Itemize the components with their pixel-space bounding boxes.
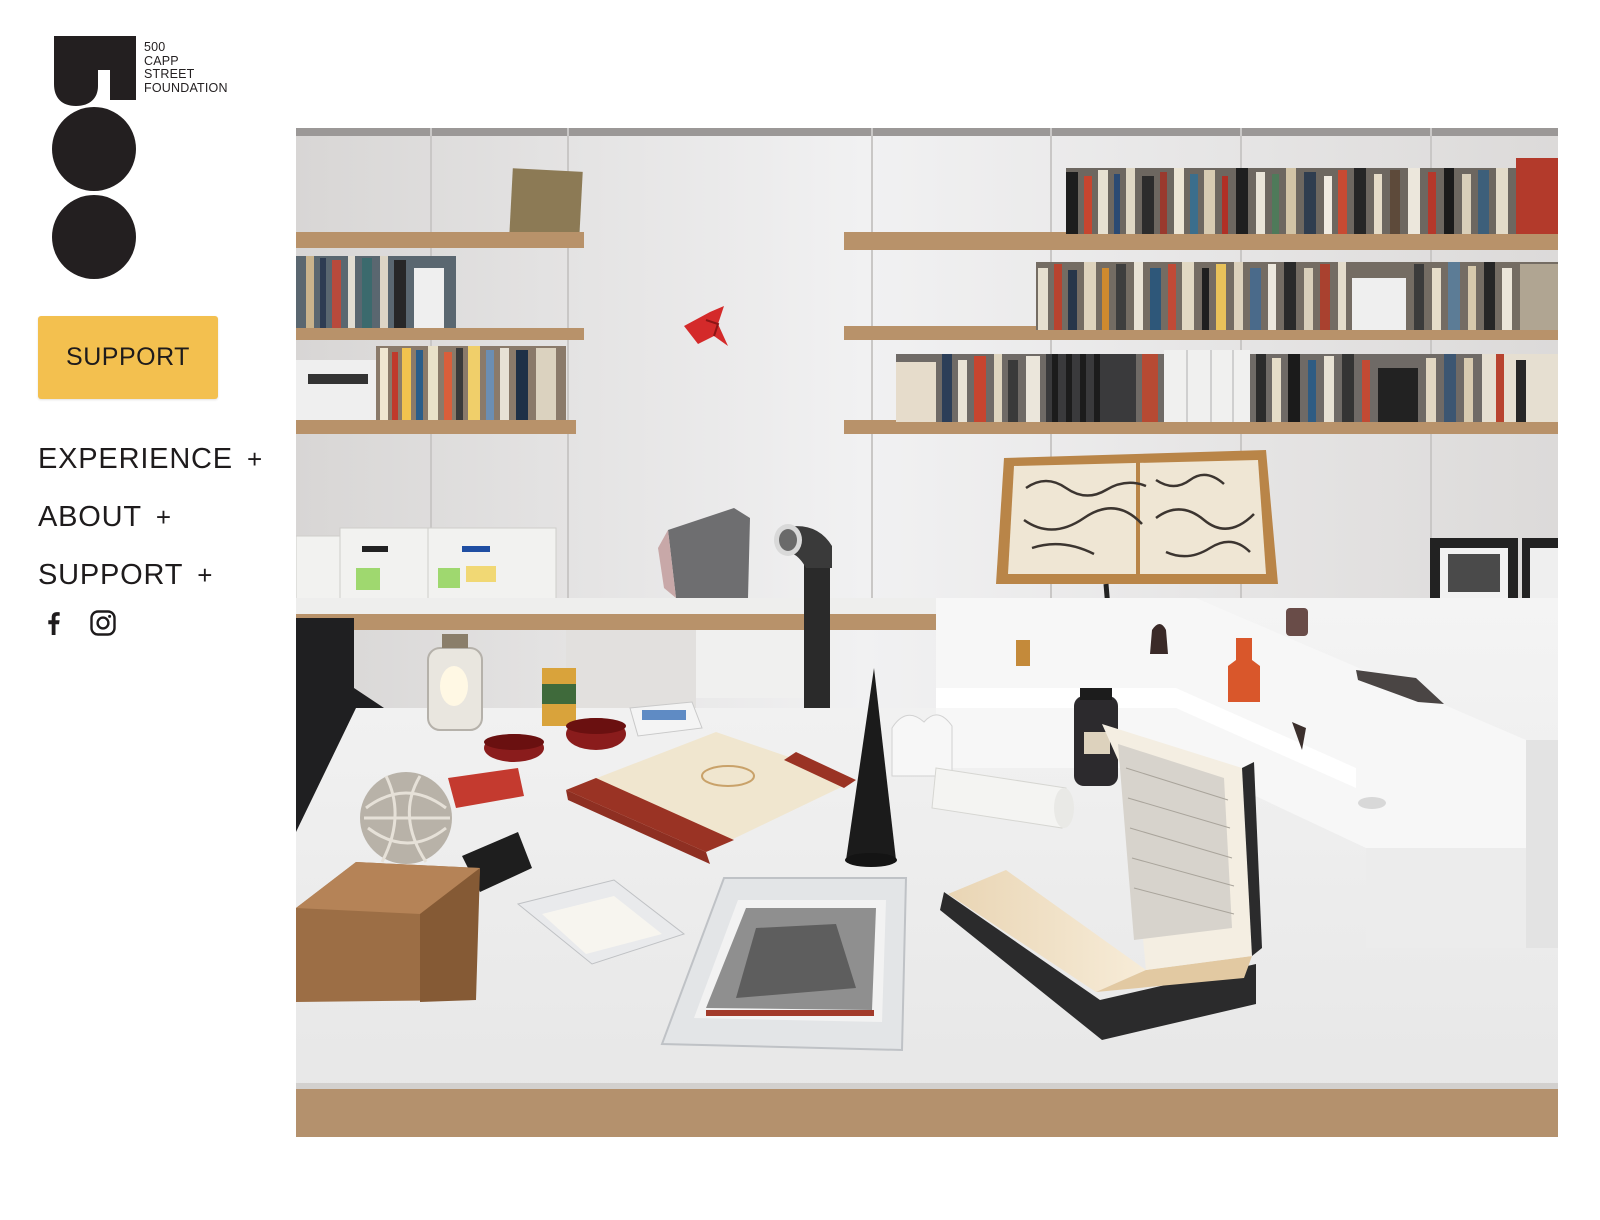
facebook-link[interactable] xyxy=(38,608,68,638)
logo-line-2: CAPP xyxy=(144,53,179,68)
social-links xyxy=(38,608,118,638)
logo-line-4: FOUNDATION xyxy=(144,80,228,95)
instagram-icon xyxy=(90,610,116,636)
nav-item-label: EXPERIENCE xyxy=(38,442,233,475)
foundation-logo[interactable]: 500 CAPP STREET FOUNDATION xyxy=(52,34,242,279)
logo-mark-icon xyxy=(52,36,136,279)
expand-plus-icon[interactable]: + xyxy=(197,560,213,591)
nav-item-support[interactable]: SUPPORT + xyxy=(38,546,263,604)
expand-plus-icon[interactable]: + xyxy=(156,502,172,533)
logo-wordmark: 500 CAPP STREET FOUNDATION xyxy=(144,40,228,95)
sidebar: 500 CAPP STREET FOUNDATION SUPPORT EXPER… xyxy=(0,0,290,1220)
nav-item-about[interactable]: ABOUT + xyxy=(38,488,263,546)
nav-item-label: ABOUT xyxy=(38,500,142,533)
hero-photo xyxy=(296,128,1558,1137)
archive-room-image xyxy=(296,128,1558,1137)
expand-plus-icon[interactable]: + xyxy=(247,444,263,475)
nav-item-experience[interactable]: EXPERIENCE + xyxy=(38,430,263,488)
instagram-link[interactable] xyxy=(88,608,118,638)
support-button[interactable]: SUPPORT xyxy=(38,316,218,399)
logo-line-3: STREET xyxy=(144,67,195,81)
logo-line-1: 500 xyxy=(144,40,166,54)
nav-item-label: SUPPORT xyxy=(38,558,184,591)
page: 500 CAPP STREET FOUNDATION SUPPORT EXPER… xyxy=(0,0,1600,1220)
main-nav: EXPERIENCE + ABOUT + SUPPORT + xyxy=(38,430,263,604)
facebook-icon xyxy=(48,612,60,635)
